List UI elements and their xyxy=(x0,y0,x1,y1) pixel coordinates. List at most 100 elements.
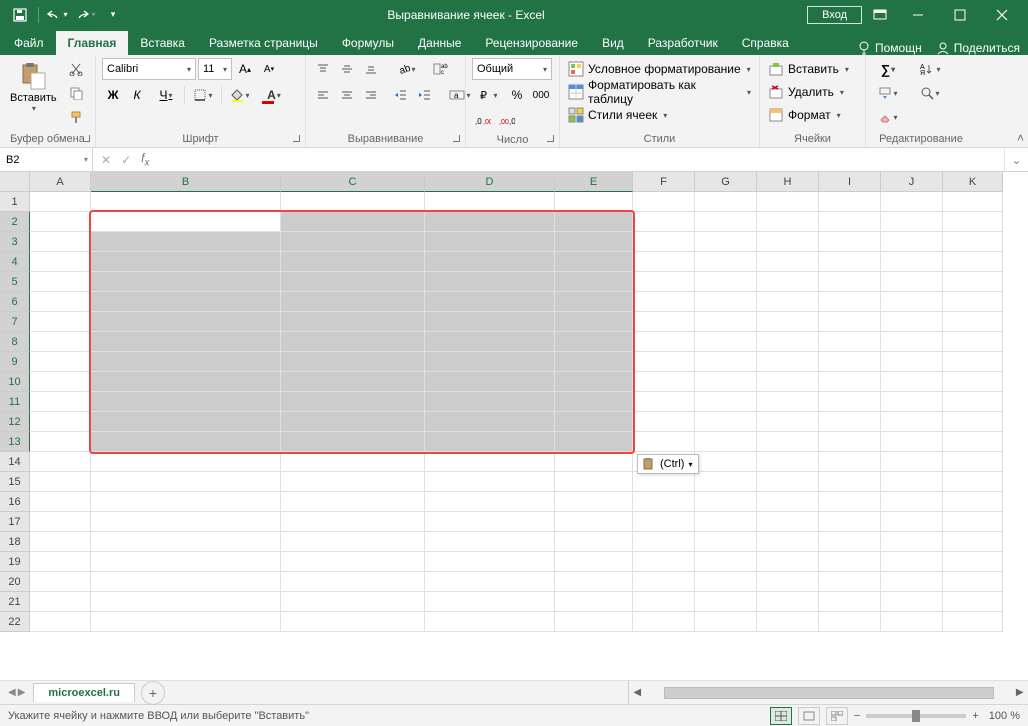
cell[interactable] xyxy=(425,252,555,272)
cell[interactable] xyxy=(555,452,633,472)
cell[interactable] xyxy=(819,392,881,412)
row-header-8[interactable]: 8 xyxy=(0,332,30,352)
cell[interactable] xyxy=(943,572,1003,592)
cell[interactable] xyxy=(91,212,281,232)
orientation-icon[interactable]: ab▾ xyxy=(390,58,422,80)
row-header-1[interactable]: 1 xyxy=(0,192,30,212)
cell[interactable] xyxy=(425,232,555,252)
cell[interactable] xyxy=(425,532,555,552)
cell[interactable] xyxy=(425,212,555,232)
row-header-10[interactable]: 10 xyxy=(0,372,30,392)
cell[interactable] xyxy=(943,552,1003,572)
comma-icon[interactable]: 000 xyxy=(530,84,552,106)
row-header-3[interactable]: 3 xyxy=(0,232,30,252)
row-header-19[interactable]: 19 xyxy=(0,552,30,572)
font-size-combo[interactable]: 11▾ xyxy=(198,58,232,80)
cell[interactable] xyxy=(633,432,695,452)
cell[interactable] xyxy=(819,592,881,612)
cell[interactable] xyxy=(633,272,695,292)
cell[interactable] xyxy=(555,272,633,292)
cell[interactable] xyxy=(633,332,695,352)
cell[interactable] xyxy=(281,192,425,212)
cell[interactable] xyxy=(425,332,555,352)
row-header-16[interactable]: 16 xyxy=(0,492,30,512)
cell[interactable] xyxy=(30,272,91,292)
cell[interactable] xyxy=(943,472,1003,492)
cell[interactable] xyxy=(757,252,819,272)
cell[interactable] xyxy=(555,412,633,432)
cell[interactable] xyxy=(281,612,425,632)
cell[interactable] xyxy=(881,472,943,492)
cell[interactable] xyxy=(881,332,943,352)
tab-Разметка страницы[interactable]: Разметка страницы xyxy=(197,31,330,55)
cell[interactable] xyxy=(881,312,943,332)
cell[interactable] xyxy=(30,532,91,552)
cell[interactable] xyxy=(281,252,425,272)
cell[interactable] xyxy=(425,312,555,332)
number-format-combo[interactable]: Общий▾ xyxy=(472,58,552,80)
cell[interactable] xyxy=(757,532,819,552)
cell[interactable] xyxy=(695,552,757,572)
cell[interactable] xyxy=(281,472,425,492)
cell[interactable] xyxy=(633,412,695,432)
cell[interactable] xyxy=(943,332,1003,352)
cell[interactable] xyxy=(425,412,555,432)
cell[interactable] xyxy=(30,432,91,452)
cell[interactable] xyxy=(555,512,633,532)
cell[interactable] xyxy=(281,432,425,452)
cell[interactable] xyxy=(425,512,555,532)
cell[interactable] xyxy=(819,232,881,252)
col-header-A[interactable]: A xyxy=(30,172,91,192)
cell[interactable] xyxy=(633,212,695,232)
cell[interactable] xyxy=(425,292,555,312)
cell[interactable] xyxy=(881,192,943,212)
cell[interactable] xyxy=(633,612,695,632)
col-header-I[interactable]: I xyxy=(819,172,881,192)
cell[interactable] xyxy=(695,192,757,212)
cell[interactable] xyxy=(30,352,91,372)
cell[interactable] xyxy=(943,212,1003,232)
cell[interactable] xyxy=(425,572,555,592)
cell[interactable] xyxy=(281,572,425,592)
cell[interactable] xyxy=(425,612,555,632)
fill-color-icon[interactable]: ▾ xyxy=(224,84,256,106)
decrease-decimal-icon[interactable]: ,00,0 xyxy=(496,110,518,132)
cell[interactable] xyxy=(555,352,633,372)
cell[interactable] xyxy=(881,292,943,312)
tab-Справка[interactable]: Справка xyxy=(730,31,801,55)
cell[interactable] xyxy=(555,312,633,332)
borders-icon[interactable]: ▾ xyxy=(187,84,219,106)
cell[interactable] xyxy=(91,312,281,332)
cell[interactable] xyxy=(695,492,757,512)
cell[interactable] xyxy=(555,592,633,612)
cell[interactable] xyxy=(633,232,695,252)
cell[interactable] xyxy=(281,292,425,312)
cell[interactable] xyxy=(819,312,881,332)
row-header-9[interactable]: 9 xyxy=(0,352,30,372)
cell[interactable] xyxy=(425,352,555,372)
tab-Вставка[interactable]: Вставка xyxy=(128,31,197,55)
row-header-12[interactable]: 12 xyxy=(0,412,30,432)
cell[interactable] xyxy=(757,312,819,332)
cell[interactable] xyxy=(425,452,555,472)
maximize-button[interactable] xyxy=(940,1,980,29)
decrease-indent-icon[interactable] xyxy=(390,84,412,106)
cell[interactable] xyxy=(91,272,281,292)
cell[interactable] xyxy=(695,452,757,472)
wrap-text-icon[interactable]: abc xyxy=(430,58,452,80)
font-color-icon[interactable]: A▾ xyxy=(258,84,290,106)
zoom-in-icon[interactable]: + xyxy=(972,710,978,722)
align-left-icon[interactable] xyxy=(312,84,334,106)
qat-customize[interactable]: ▾ xyxy=(101,3,125,27)
row-header-6[interactable]: 6 xyxy=(0,292,30,312)
cell[interactable] xyxy=(881,392,943,412)
delete-cells-button[interactable]: Удалить▾ xyxy=(766,81,846,103)
col-header-J[interactable]: J xyxy=(881,172,943,192)
cell[interactable] xyxy=(757,572,819,592)
insert-cells-button[interactable]: Вставить▾ xyxy=(766,58,851,80)
cell[interactable] xyxy=(881,612,943,632)
col-header-B[interactable]: B xyxy=(91,172,281,192)
align-middle-icon[interactable] xyxy=(336,58,358,80)
zoom-value[interactable]: 100 % xyxy=(989,710,1020,722)
font-name-combo[interactable]: Calibri▾ xyxy=(102,58,196,80)
